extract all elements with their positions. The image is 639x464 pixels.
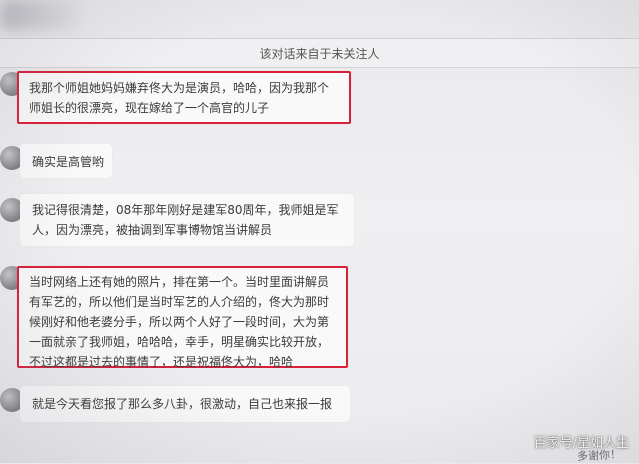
- message-line: 师姐长的很漂亮，现在嫁给了一个高官的儿子: [29, 101, 270, 115]
- message-line: 不过这都是过去的事情了，还是祝福佟大为，哈哈: [29, 355, 294, 369]
- message-line: 有军艺的，所以他们是当时军艺的人介绍的，佟大为那时: [29, 295, 330, 309]
- message-line: 就是今天看您报了那么多八卦，很激动，自己也来报一报: [32, 397, 333, 411]
- message-line: 人，因为漂亮，被抽调到军事博物馆当讲解员: [32, 223, 273, 237]
- conversation-header: 该对话来自于未关注人: [0, 38, 639, 68]
- message-bubble-4: 当时网络上还有她的照片，排在第一个。当时里面讲解员 有军艺的，所以他们是当时军艺…: [17, 266, 348, 369]
- non-follower-notice: 该对话来自于未关注人: [259, 46, 380, 61]
- blurred-contact-name: [0, 0, 80, 30]
- message-line: 我那个师姐她妈妈嫌弃佟大为是演员，哈哈，因为我那个: [29, 81, 330, 95]
- message-line: 我记得很清楚，08年那年刚好是建军80周年，我师姐是军: [32, 203, 339, 217]
- watermark-text: 百家号/星如人生: [533, 436, 629, 451]
- message-line: 候刚好和他老婆分手，所以两个人好了一段时间，大为第: [29, 315, 330, 329]
- message-line: 一面就亲了我师姐，哈哈哈，幸手，明星确实比较开放，: [29, 335, 330, 349]
- message-bubble-3: 我记得很清楚，08年那年刚好是建军80周年，我师姐是军 人，因为漂亮，被抽调到军…: [20, 194, 354, 246]
- message-bubble-5: 就是今天看您报了那么多八卦，很激动，自己也来报一报: [20, 386, 350, 422]
- message-line: 当时网络上还有她的照片，排在第一个。当时里面讲解员: [29, 275, 330, 289]
- message-bubble-1: 我那个师姐她妈妈嫌弃佟大为是演员，哈哈，因为我那个 师姐长的很漂亮，现在嫁给了一…: [17, 71, 351, 124]
- message-bubble-2: 确实是高管哟: [20, 144, 112, 178]
- message-line: 确实是高管哟: [32, 155, 105, 169]
